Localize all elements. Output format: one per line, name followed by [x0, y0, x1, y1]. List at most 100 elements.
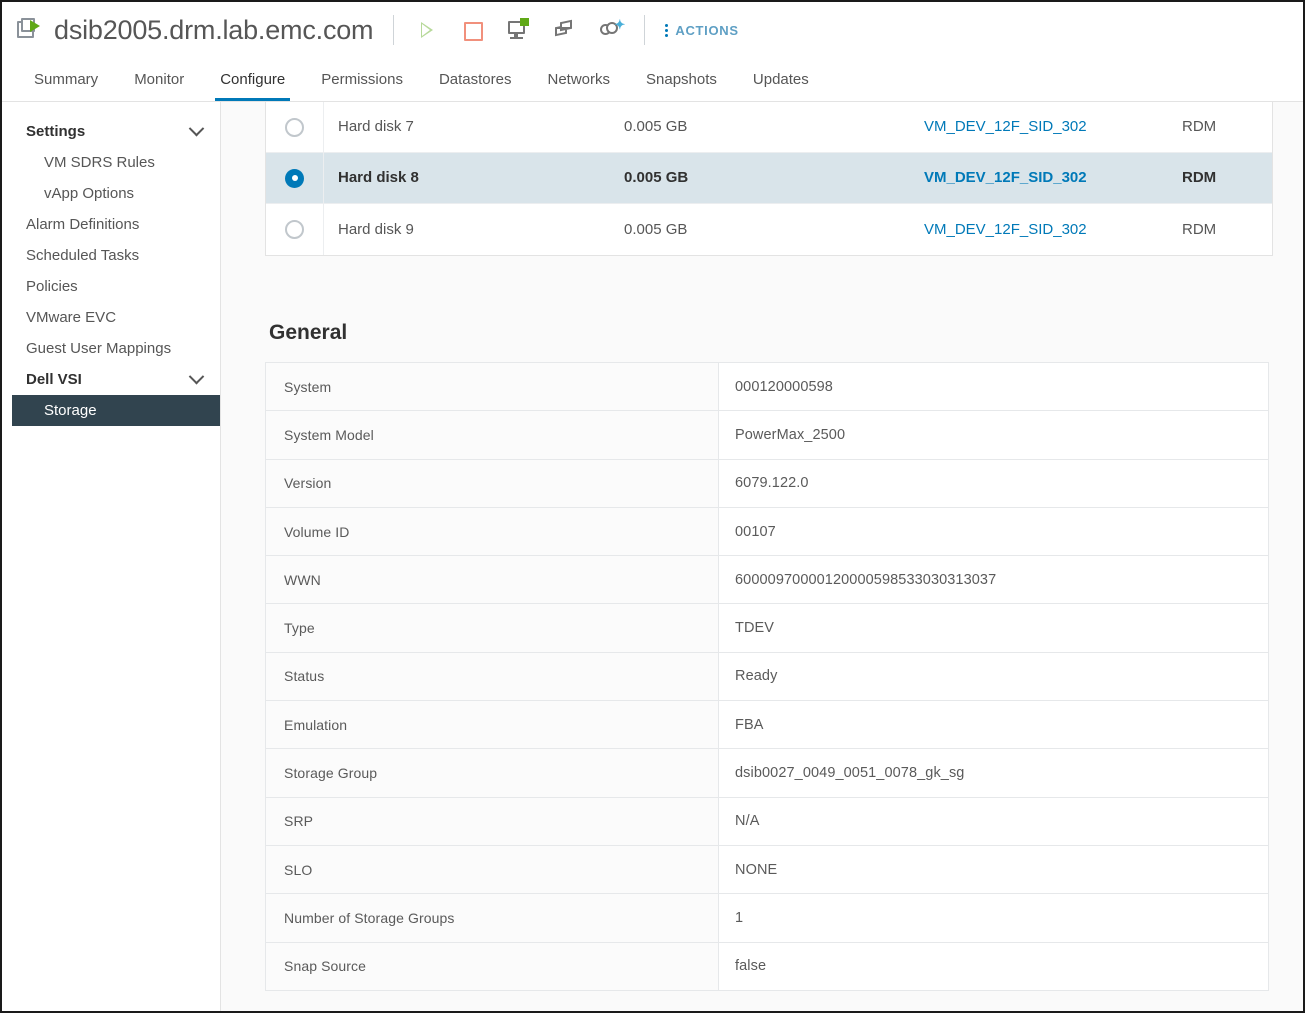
tab-permissions[interactable]: Permissions: [303, 58, 421, 101]
property-row: Emulation FBA: [266, 701, 1268, 750]
snapshot-icon[interactable]: ✦: [598, 17, 625, 43]
kebab-menu-icon: [665, 23, 669, 37]
sidebar-group-label: Settings: [26, 123, 86, 140]
property-row: Storage Group dsib0027_0049_0051_0078_gk_…: [266, 749, 1268, 798]
tab-label: Configure: [220, 71, 286, 88]
header-divider-1: [393, 15, 395, 45]
property-row: System 000120000598: [266, 363, 1268, 412]
tab-networks[interactable]: Networks: [530, 58, 629, 101]
tab-label: Monitor: [134, 71, 185, 88]
disk-type-cell: RDM: [1182, 221, 1272, 239]
disk-size: 0.005 GB: [624, 169, 689, 186]
property-value: PowerMax_2500: [719, 411, 1268, 459]
disk-name: Hard disk 8: [338, 169, 419, 186]
disk-device-link-cell: VM_DEV_12F_SID_302: [924, 169, 1182, 187]
disk-radio-button[interactable]: [285, 168, 304, 188]
tab-label: Datastores: [438, 71, 512, 88]
disk-size-cell: 0.005 GB: [624, 169, 924, 187]
disk-device-link-cell: VM_DEV_12F_SID_302: [924, 118, 1182, 136]
sidebar-group-label: Dell VSI: [26, 371, 82, 388]
tab-label: Summary: [34, 71, 99, 88]
property-label: Snap Source: [266, 942, 719, 990]
sidebar-group-settings[interactable]: Settings: [2, 116, 220, 147]
tab-label: Permissions: [321, 71, 403, 88]
disk-device-link[interactable]: VM_DEV_12F_SID_302: [924, 118, 1087, 135]
sidebar-item-policies[interactable]: Policies: [2, 271, 220, 302]
disk-name-cell: Hard disk 9: [324, 221, 624, 239]
sidebar-item-alarm-definitions[interactable]: Alarm Definitions: [2, 209, 220, 240]
tab-snapshots[interactable]: Snapshots: [628, 58, 735, 101]
general-properties-table: System 000120000598 System Model PowerMax_2…: [265, 362, 1269, 991]
property-row: System Model PowerMax_2500: [266, 411, 1268, 460]
tab-monitor[interactable]: Monitor: [116, 58, 202, 101]
table-row[interactable]: Hard disk 8 0.005 GB VM_DEV_12F_SID_302 RDM: [266, 153, 1272, 204]
disk-radio-button[interactable]: [285, 117, 304, 137]
property-value: NONE: [719, 845, 1268, 894]
sidebar-item-vapp-options[interactable]: vApp Options: [2, 178, 220, 209]
property-row: Type TDEV: [266, 604, 1268, 653]
property-label: System: [266, 363, 719, 411]
disk-select-cell: [266, 153, 324, 203]
property-row: SRP N/A: [266, 797, 1268, 846]
disk-type: RDM: [1182, 118, 1217, 135]
page-title: dsib2005.drm.lab.emc.com: [54, 14, 374, 45]
sidebar-item-guest-user-mappings[interactable]: Guest User Mappings: [2, 333, 220, 364]
tab-label: Updates: [752, 71, 809, 88]
property-value: 6079.122.0: [719, 459, 1268, 507]
tab-summary[interactable]: Summary: [16, 58, 116, 101]
disk-device-link[interactable]: VM_DEV_12F_SID_302: [924, 169, 1087, 186]
table-row[interactable]: Hard disk 7 0.005 GB VM_DEV_12F_SID_302 RDM: [266, 102, 1272, 153]
property-value: TDEV: [719, 604, 1268, 652]
disk-radio-button[interactable]: [285, 220, 304, 239]
disk-name: Hard disk 9: [338, 220, 414, 238]
property-value: N/A: [719, 797, 1268, 845]
property-label: Type: [266, 604, 719, 652]
actions-menu-button[interactable]: ACTIONS: [665, 23, 738, 38]
chevron-down-icon[interactable]: [188, 368, 205, 385]
migrate-icon[interactable]: [552, 17, 578, 43]
property-label: System Model: [266, 411, 719, 459]
vm-action-icons: ✦: [414, 17, 625, 43]
disk-device-link-cell: VM_DEV_12F_SID_302: [924, 221, 1182, 239]
property-label: WWN: [266, 556, 719, 604]
power-on-icon[interactable]: [414, 17, 440, 43]
tab-datastores[interactable]: Datastores: [421, 58, 530, 101]
disk-select-cell: [266, 102, 324, 152]
vm-header: dsib2005.drm.lab.emc.com ✦ ACTIONS: [2, 2, 1303, 58]
sidebar-item-vm-sdrs-rules[interactable]: VM SDRS Rules: [2, 147, 220, 178]
power-off-icon[interactable]: [460, 17, 486, 43]
property-value: 60000970000120000598533030313037: [719, 556, 1268, 604]
tab-configure[interactable]: Configure: [202, 58, 303, 101]
property-label: Version: [266, 459, 719, 507]
sidebar-item-storage[interactable]: Storage: [12, 395, 220, 426]
property-value: 000120000598: [719, 363, 1268, 411]
sidebar-item-scheduled-tasks[interactable]: Scheduled Tasks: [2, 240, 220, 271]
actions-menu-label: ACTIONS: [675, 22, 739, 38]
header-divider-2: [644, 15, 646, 45]
sidebar-item-vmware-evc[interactable]: VMware EVC: [2, 302, 220, 333]
chevron-down-icon[interactable]: [188, 120, 205, 137]
tab-updates[interactable]: Updates: [735, 58, 827, 101]
sidebar-group-dell-vsi[interactable]: Dell VSI: [2, 364, 220, 395]
property-row: Volume ID 00107: [266, 507, 1268, 557]
content-area: Settings VM SDRS Rules vApp Options Alarm D…: [2, 102, 1303, 1011]
property-row: Version 6079.122.0: [266, 459, 1268, 508]
hard-disk-table: Hard disk 7 0.005 GB VM_DEV_12F_SID_302 RDM…: [265, 102, 1273, 256]
property-value: FBA: [719, 701, 1268, 749]
property-value: 1: [719, 894, 1268, 942]
disk-device-link[interactable]: VM_DEV_12F_SID_302: [924, 221, 1087, 238]
general-section-title: General: [269, 321, 348, 344]
property-row: Status Ready: [266, 652, 1268, 702]
launch-console-icon[interactable]: [506, 17, 532, 43]
property-label: Emulation: [266, 701, 719, 749]
property-label: Volume ID: [266, 507, 719, 556]
property-label: SLO: [266, 845, 719, 894]
table-row[interactable]: Hard disk 9 0.005 GB VM_DEV_12F_SID_302 RDM: [266, 204, 1272, 255]
property-row: WWN 60000970000120000598533030313037: [266, 556, 1268, 605]
property-label: Number of Storage Groups: [266, 894, 719, 942]
disk-name: Hard disk 7: [338, 118, 414, 135]
disk-size-cell: 0.005 GB: [624, 221, 924, 239]
disk-type: RDM: [1182, 220, 1217, 238]
disk-name-cell: Hard disk 7: [324, 118, 624, 136]
disk-type: RDM: [1182, 169, 1217, 186]
